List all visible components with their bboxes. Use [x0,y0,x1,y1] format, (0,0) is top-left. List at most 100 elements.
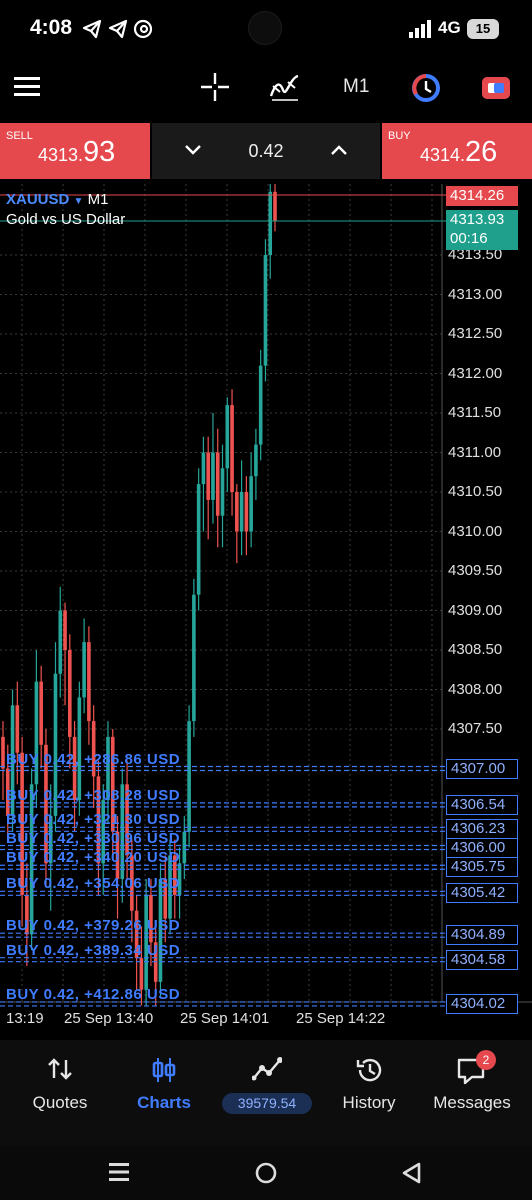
sell-price-main: 4313. [38,145,84,165]
order-label[interactable]: BUY 0.42, +340.20 USD [6,849,180,866]
order-price-tag[interactable]: 4305.75 [446,857,518,878]
home-icon[interactable] [254,1161,278,1185]
nav-charts[interactable]: Charts [114,1040,214,1146]
sell-button[interactable]: SELL 4313.93 [0,123,150,179]
trade-chart-icon [252,1057,282,1081]
nav-history-label: History [342,1093,396,1112]
bottom-navigation: Quotes Charts 39579.54 History 2 Message… [0,1040,532,1146]
candle-body [82,642,86,698]
sell-label: SELL [6,130,33,142]
candle-body [196,484,201,595]
order-price-tag[interactable]: 4304.02 [446,993,518,1014]
candle-body [230,405,234,492]
candle-body [15,705,20,753]
chart-toolbar: M1 [0,58,532,120]
bid-price-label: 4313.93 00:16 [446,210,518,250]
order-price-tag[interactable]: 4306.54 [446,794,518,815]
notification-icons [82,19,153,39]
network-type: 4G [438,18,461,37]
nav-quotes[interactable]: Quotes [10,1040,110,1146]
sell-price: 4313.93 [38,136,115,169]
messages-badge: 2 [476,1050,496,1070]
trade-icon[interactable] [480,74,512,102]
timeframe-button[interactable]: M1 [343,76,369,98]
symbol-timeframe: M1 [87,191,109,208]
candle-body [77,697,82,801]
candle-body [39,681,43,745]
candle-body [258,365,263,445]
candle-body [68,650,72,737]
account-balance: 39579.54 [222,1093,312,1114]
candle-body [34,681,39,785]
order-label[interactable]: BUY 0.42, +354.06 USD [6,875,180,892]
volume-control: 0.42 [152,123,380,179]
order-label[interactable]: BUY 0.42, +330.96 USD [6,830,180,847]
time-tick-label: 25 Sep 13:40 [64,1010,154,1027]
candle-body [206,452,210,500]
candle-body [1,736,5,769]
system-navigation [0,1146,532,1200]
price-tick-label: 4311.00 [448,443,502,461]
back-icon[interactable] [400,1161,422,1185]
candlestick-icon [152,1058,176,1082]
order-price-tag[interactable]: 4306.23 [446,819,518,840]
price-tick-label: 4310.50 [448,483,503,500]
telegram-icon [82,19,102,39]
order-price-tag[interactable]: 4306.00 [446,837,518,858]
caret-down-icon[interactable]: ▼ [74,196,84,207]
price-tick-label: 4312.00 [448,364,503,382]
order-label[interactable]: BUY 0.42, +412.86 USD [6,986,180,1003]
time-tick-label: 25 Sep 14:22 [296,1010,386,1027]
candle-body [268,191,273,255]
price-tick-label: 4312.50 [448,325,503,342]
candle-body [235,492,239,532]
order-price-tag[interactable]: 4305.42 [446,883,518,904]
order-price-tag[interactable]: 4304.58 [446,949,518,970]
order-label[interactable]: BUY 0.42, +308.28 USD [6,787,180,804]
candle-body [225,405,230,469]
price-tick-label: 4308.50 [448,641,503,658]
candle-body [63,610,67,650]
signal-icon [409,20,431,38]
buy-price: 4314.26 [420,136,497,169]
nav-charts-label: Charts [137,1093,191,1112]
price-tick-label: 4307.50 [448,720,503,737]
history-icon [356,1058,382,1082]
indicators-icon[interactable] [268,72,302,102]
trade-panel: SELL 4313.93 0.42 BUY 4314.26 [0,123,532,180]
candle-body [239,492,244,532]
candle-body [249,476,253,532]
time-tick-label: 25 Sep 14:01 [180,1010,270,1027]
crosshair-icon[interactable] [200,72,230,102]
order-label[interactable]: BUY 0.42, +389.34 USD [6,942,180,959]
price-tick-label: 4309.00 [448,601,503,619]
clock-icon[interactable] [410,72,442,104]
nav-messages[interactable]: 2 Messages [420,1040,524,1146]
price-tick-label: 4310.00 [448,522,503,540]
nav-history[interactable]: History [320,1040,418,1146]
camera-cutout [248,11,282,45]
time-tick-label: 13:19 [6,1010,44,1027]
buy-button[interactable]: BUY 4314.26 [382,123,532,179]
nav-trade[interactable]: 39579.54 [216,1040,318,1146]
status-bar: 4:08 4G 15 [0,0,532,58]
buy-label: BUY [388,130,411,142]
order-price-tag[interactable]: 4304.89 [446,925,518,946]
order-label[interactable]: BUY 0.42, +286.86 USD [6,751,180,768]
telegram-icon [108,19,128,39]
recent-apps-icon[interactable] [108,1162,130,1182]
candle-body [273,191,277,222]
order-label[interactable]: BUY 0.42, +379.26 USD [6,917,180,934]
order-label[interactable]: BUY 0.42, +321.30 USD [6,811,180,828]
chevron-up-icon[interactable] [330,143,348,157]
quotes-icon [48,1058,72,1080]
menu-icon[interactable] [14,76,40,96]
status-time: 4:08 [30,16,73,39]
bar-timer: 00:16 [450,230,488,247]
bid-price: 4313.93 [450,211,505,228]
order-price-tag[interactable]: 4307.00 [446,758,518,779]
symbol-header[interactable]: XAUUSD ▼ M1 [6,191,108,208]
price-tick-label: 4308.00 [448,680,503,698]
price-tick-label: 4313.00 [448,285,503,303]
symbol-name[interactable]: XAUUSD [6,191,69,208]
